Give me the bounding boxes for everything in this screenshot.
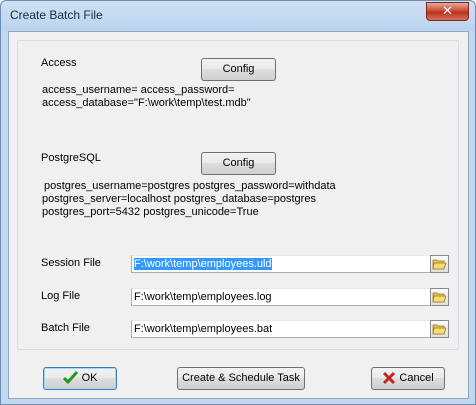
cancel-button-label: Cancel <box>399 372 434 384</box>
postgres-settings-line-3: postgres_port=5432 postgres_unicode=True <box>42 206 259 218</box>
log-file-label: Log File <box>41 290 81 302</box>
access-settings-line-2: access_database="F:\work\temp\test.mdb" <box>42 97 251 109</box>
access-config-button[interactable]: Config <box>201 58 276 81</box>
window-title: Create Batch File <box>10 8 103 22</box>
cancel-button[interactable]: Cancel <box>371 367 445 390</box>
ok-button[interactable]: OK <box>43 367 117 390</box>
close-icon: ✕ <box>442 4 453 19</box>
postgres-settings-line-1: postgres_username=postgres postgres_pass… <box>44 180 336 192</box>
session-file-browse-button[interactable] <box>430 255 449 273</box>
folder-icon <box>432 259 447 270</box>
postgres-heading: PostgreSQL <box>41 152 101 164</box>
window-close-button[interactable]: ✕ <box>426 2 469 21</box>
create-schedule-task-button[interactable]: Create & Schedule Task <box>177 367 305 390</box>
session-file-input[interactable]: F:\work\temp\employees.uld <box>131 255 438 273</box>
postgres-config-button[interactable]: Config <box>201 152 276 175</box>
folder-icon <box>432 292 447 303</box>
dialog-client-area: Access Config access_username= access_pa… <box>8 31 469 399</box>
log-file-value: F:\work\temp\employees.log <box>134 291 272 303</box>
title-bar[interactable]: Create Batch File ✕ <box>1 1 475 31</box>
log-file-browse-button[interactable] <box>430 288 449 306</box>
session-file-value: F:\work\temp\employees.uld <box>134 258 272 270</box>
batch-file-label: Batch File <box>41 322 90 334</box>
access-settings-line-1: access_username= access_password= <box>42 84 235 96</box>
dialog-window: Create Batch File ✕ Access Config access… <box>0 0 476 405</box>
ok-button-label: OK <box>81 372 98 384</box>
batch-file-input[interactable]: F:\work\temp\employees.bat <box>131 320 438 338</box>
session-file-label: Session File <box>41 257 101 269</box>
cancel-x-icon <box>383 372 396 385</box>
settings-group: Access Config access_username= access_pa… <box>17 40 459 350</box>
log-file-input[interactable]: F:\work\temp\employees.log <box>131 288 438 306</box>
folder-icon <box>432 324 447 335</box>
checkmark-icon <box>62 371 78 385</box>
postgres-settings-line-2: postgres_server=localhost postgres_datab… <box>42 193 316 205</box>
access-heading: Access <box>41 57 77 69</box>
batch-file-value: F:\work\temp\employees.bat <box>134 323 273 335</box>
batch-file-browse-button[interactable] <box>430 320 449 338</box>
